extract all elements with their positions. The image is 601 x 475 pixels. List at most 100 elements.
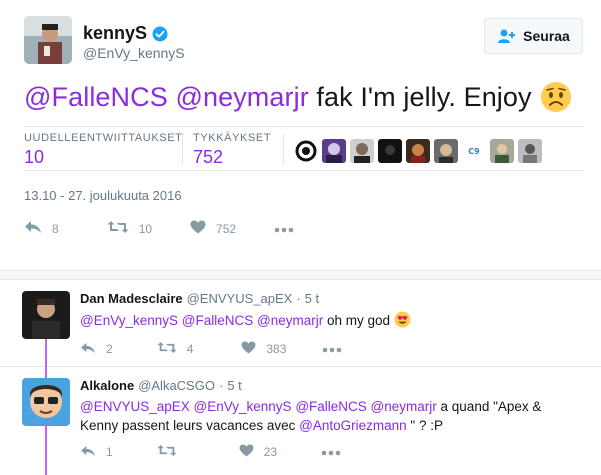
like-button[interactable]: 383: [241, 341, 286, 357]
follow-button-label: Seuraa: [523, 28, 570, 44]
retweet-icon: [157, 444, 177, 460]
retweet-button[interactable]: [157, 444, 187, 460]
reply-actions: 2 4 383: [80, 341, 342, 357]
reply-actions: 1 23: [80, 444, 341, 460]
mention-link[interactable]: @ENVYUS_apEX: [80, 399, 190, 414]
likes-label: TYKKÄYKSET: [193, 132, 272, 144]
reply-author-handle[interactable]: @ENVYUS_apEX: [187, 291, 293, 306]
tweet-actions: 8 10 752: [24, 220, 294, 237]
more-dots-icon: [322, 342, 342, 356]
retweet-icon: [107, 220, 129, 237]
more-dots-icon: [274, 222, 294, 236]
author-handle[interactable]: @EnVy_kennyS: [83, 45, 185, 61]
reply-body: " ? :P: [410, 418, 443, 433]
likes-stat[interactable]: TYKKÄYKSET 752: [193, 132, 271, 168]
reply-count: 1: [106, 445, 113, 459]
liker-avatar[interactable]: [518, 139, 542, 163]
reply-icon: [24, 220, 42, 237]
separator-dot: ·: [296, 291, 301, 306]
reply-time[interactable]: 5 t: [227, 378, 241, 393]
mention-link[interactable]: @EnVy_kennyS: [194, 399, 292, 414]
main-tweet: kennyS @EnVy_kennyS Seuraa @FalleNCS @ne…: [0, 0, 601, 270]
like-count: 23: [263, 445, 278, 459]
like-button[interactable]: 23: [239, 444, 277, 460]
reply-icon: [80, 445, 96, 460]
reply-text: @ENVYUS_apEX @EnVy_kennyS @FalleNCS @ney…: [80, 397, 580, 435]
liker-avatar[interactable]: [490, 139, 514, 163]
mention-link[interactable]: @neymarjr: [371, 399, 437, 414]
mention-link[interactable]: @FalleNCS: [295, 399, 366, 414]
svg-text:C9: C9: [468, 147, 480, 156]
like-count: 752: [216, 221, 237, 236]
retweet-button[interactable]: 10: [107, 220, 152, 237]
retweet-count: 4: [186, 342, 194, 356]
section-divider: [0, 270, 601, 280]
retweets-value: 10: [24, 147, 45, 167]
reply-button[interactable]: 2: [80, 342, 113, 357]
more-dots-icon: [321, 445, 341, 459]
reply-tweet[interactable]: Dan Madesclaire @ENVYUS_apEX · 5 t @EnVy…: [0, 281, 601, 368]
reply-button[interactable]: 8: [24, 220, 59, 237]
heart-icon: [190, 220, 206, 237]
mention-link[interactable]: @AntoGriezmann: [299, 418, 407, 433]
reply-author-name[interactable]: Alkalone: [80, 378, 134, 393]
reply-body: Kenny passent leurs vacances avec: [80, 418, 296, 433]
reply-icon: [80, 342, 96, 357]
retweet-icon: [157, 341, 177, 357]
liker-avatar[interactable]: [322, 139, 346, 163]
reply-header: Alkalone @AlkaCSGO · 5 t: [80, 378, 242, 393]
avatar[interactable]: [22, 378, 70, 426]
liker-avatar[interactable]: [378, 139, 402, 163]
mention-link[interactable]: @neymarjr: [175, 82, 308, 113]
more-button[interactable]: [321, 445, 341, 459]
mention-link[interactable]: @FalleNCS: [182, 313, 253, 328]
liker-avatar[interactable]: C9: [462, 139, 486, 163]
tweet-timestamp[interactable]: 13.10 - 27. joulukuuta 2016: [24, 188, 182, 203]
avatar[interactable]: [24, 16, 72, 64]
retweet-count: 10: [138, 221, 153, 236]
reply-author-name[interactable]: Dan Madesclaire: [80, 291, 183, 306]
like-button[interactable]: 752: [190, 220, 236, 237]
mention-link[interactable]: @FalleNCS: [24, 82, 168, 113]
heart-icon: [241, 341, 256, 357]
liker-avatars: C9: [294, 139, 542, 163]
reply-time[interactable]: 5 t: [305, 291, 319, 306]
more-button[interactable]: [274, 222, 294, 236]
reply-count: 2: [106, 342, 113, 356]
stats-row: UUDELLEENTWIITTAUKSET 10 TYKKÄYKSET 752 …: [24, 126, 584, 171]
author-name[interactable]: kennyS: [83, 23, 168, 44]
author-name-text[interactable]: kennyS: [83, 23, 147, 44]
avatar[interactable]: [22, 291, 70, 339]
verified-badge-icon: [152, 26, 168, 42]
more-button[interactable]: [322, 342, 342, 356]
liker-avatar[interactable]: [350, 139, 374, 163]
retweets-stat[interactable]: UUDELLEENTWIITTAUKSET 10: [24, 132, 182, 168]
mention-link[interactable]: @neymarjr: [257, 313, 323, 328]
retweet-button[interactable]: 4: [157, 341, 194, 357]
mention-link[interactable]: @EnVy_kennyS: [80, 313, 178, 328]
retweets-label: UUDELLEENTWIITTAUKSET: [24, 132, 183, 144]
thread-line: [45, 339, 47, 368]
reply-button[interactable]: 1: [80, 445, 113, 460]
divider: [182, 133, 183, 165]
reply-count: 8: [52, 221, 59, 236]
follow-button[interactable]: Seuraa: [484, 18, 583, 54]
liker-avatar[interactable]: [406, 139, 430, 163]
thread-line: [45, 368, 47, 378]
like-count: 383: [266, 342, 287, 356]
worried-face-emoji-icon: [540, 81, 572, 113]
liker-avatar[interactable]: [434, 139, 458, 163]
liker-avatar[interactable]: [294, 139, 318, 163]
reply-tweet[interactable]: Alkalone @AlkaCSGO · 5 t @ENVYUS_apEX @E…: [0, 368, 601, 475]
likes-value: 752: [193, 147, 224, 167]
reply-author-handle[interactable]: @AlkaCSGO: [138, 378, 215, 393]
tweet-text: @FalleNCS @neymarjr fak I'm jelly. Enjoy: [24, 81, 572, 113]
reply-body: oh my god: [327, 313, 391, 328]
reply-header: Dan Madesclaire @ENVYUS_apEX · 5 t: [80, 291, 319, 306]
thread-line: [45, 426, 47, 475]
reply-body: a quand "Apex &: [440, 399, 542, 414]
separator-dot: ·: [218, 378, 224, 393]
tweet-body: fak I'm jelly. Enjoy: [316, 81, 532, 112]
heart-icon: [239, 444, 254, 460]
divider: [283, 133, 284, 165]
